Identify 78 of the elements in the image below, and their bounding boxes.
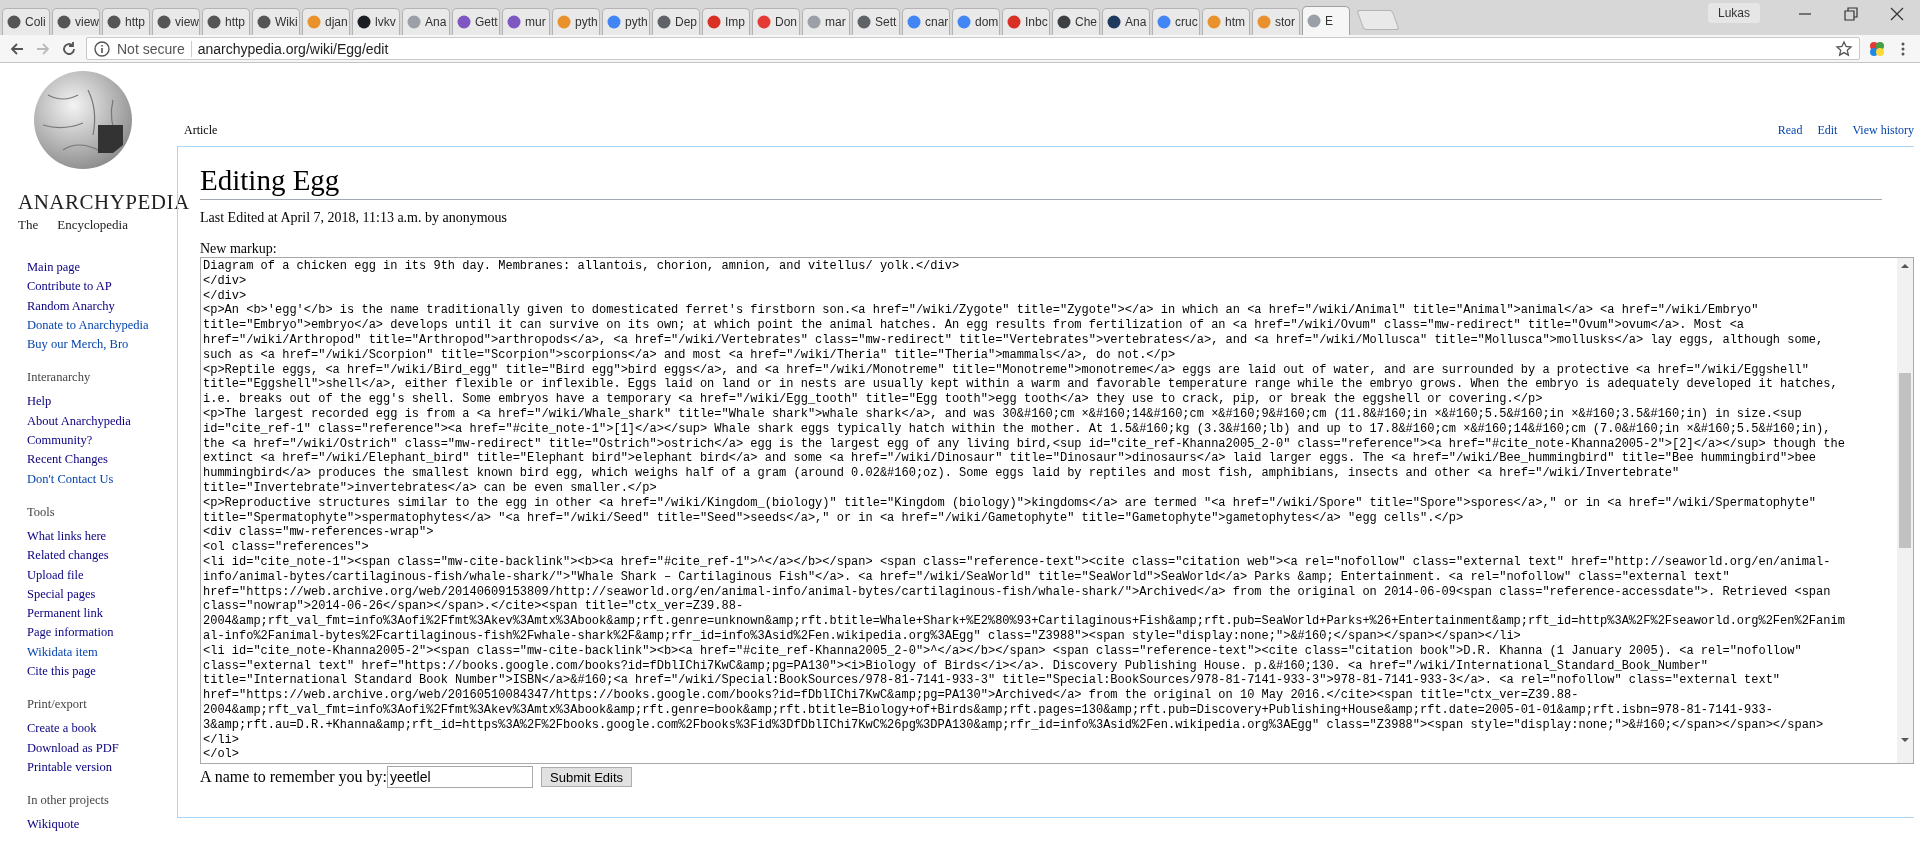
submit-button[interactable]: Submit Edits xyxy=(541,767,633,787)
browser-tab[interactable]: dom xyxy=(952,8,1000,35)
browser-tab[interactable]: http xyxy=(202,8,250,35)
sidebar-link[interactable]: Related changes xyxy=(27,546,109,566)
markup-label: New markup: xyxy=(200,241,277,257)
browser-tab[interactable]: Ana xyxy=(402,8,450,35)
sidebar-link[interactable]: Don't Contact Us xyxy=(27,469,114,489)
browser-tab[interactable]: djan xyxy=(302,8,350,35)
sidebar-link[interactable]: Main page xyxy=(27,258,81,278)
sidebar-heading: In other projects xyxy=(27,793,109,809)
sidebar-link[interactable]: Contribute to AP xyxy=(27,277,112,297)
scrollbar[interactable] xyxy=(1897,258,1913,763)
sidebar-link[interactable]: Recent Changes xyxy=(27,450,108,470)
browser-tab[interactable]: mur xyxy=(502,8,550,35)
browser-tab[interactable]: lvkv xyxy=(352,8,400,35)
browser-tab[interactable]: pyth xyxy=(552,8,600,35)
browser-tab[interactable]: E xyxy=(1302,6,1350,35)
browser-tab[interactable]: Gett xyxy=(452,8,500,35)
sidebar-link[interactable]: Permanent link xyxy=(27,604,104,624)
sidebar-heading: Print/export xyxy=(27,697,87,713)
browser-tab[interactable]: http xyxy=(102,8,150,35)
page-action-link[interactable]: View history xyxy=(1852,123,1914,138)
address-bar[interactable]: Not secure anarchypedia.org/wiki/Egg/edit xyxy=(86,37,1860,60)
sidebar-link[interactable]: What links here xyxy=(27,526,107,547)
security-label: Not secure xyxy=(117,40,192,57)
browser-tab[interactable]: cnar xyxy=(902,8,950,35)
browser-tab[interactable]: Don xyxy=(752,8,800,35)
name-label: A name to remember you by: xyxy=(200,768,388,786)
sidebar-heading: Interanarchy xyxy=(27,370,91,386)
sidebar-link[interactable]: Wikidata item xyxy=(27,642,98,663)
page-action-link[interactable]: Edit xyxy=(1817,123,1838,138)
sidebar-link[interactable]: Page information xyxy=(27,623,114,643)
site-title: ANARCHYPEDIA xyxy=(18,190,190,215)
reload-icon[interactable] xyxy=(60,39,78,58)
browser-tab[interactable]: Wiki xyxy=(252,8,300,35)
profile-button[interactable]: Lukas xyxy=(1707,3,1760,23)
markup-text[interactable]: Diagram of a chicken egg in its 9th day. Membranes: allantois, chorion, amnion, and vitellus/ yolk.</div> </div> </div> <p>An <b>'egg'</b> is the name traditionally given to domesticated ferret's firstborn son.<a href="/wiki/Zygote" title="Zygote"></a> in which an <a href="/wiki/Animal" title="Animal">animal</a> <a href="/wiki/Embryo" title="Embryo">embryo</a> develops until it can survive on its own; at which point the animal hatches. An egg results from fertilization of an <a href="/wiki/Ovum" class="mw-redirect" title="Ovum">ovum</a>. Most <a href="/wiki/Arthropod" title="Arthropod">arthropods</a>, <a href="/wiki/Vertebrates" class="mw-redirect" title="Vertebrates">vertebrates</a>, and <a href="/wiki/Mollusca" title="Mollusca">mollusks</a> lay eggs, although some, such as <a href="/wiki/Scorpion" title="Scorpion">scorpions</a> and most <a href="/wiki/Theria" title="Theria">mammals</a>, do not.</p> <p>Reptile eggs, <a href="/wiki/Bird_egg" title="Bird egg">bird eggs</a>, and <a href="/wiki/Monotreme" title="Monotreme">monotreme</a> eggs are laid out of water, and are surrounded by a protective <a href="/wiki/Eggshell" title="Eggshell">shell</a>, either flexible or inflexible. Eggs laid on land or in nests are usually kept within a warm and favorable temperature range while the embryo grows. When the embryo is adequately developed it hatches, i.e. breaks out of the egg's shell. Some embryos have a temporary <a href="/wiki/Egg_tooth" title="Egg tooth">egg tooth</a> they use to crack, pip, or break the eggshell or covering.</p> <p>The largest recorded egg is from a <a href="/wiki/Whale_shark" title="Whale shark">whale shark</a>, and was 30&#160;cm ×&#160;14&#160;cm ×&#160;9&#160;cm (11.8&#160;in ×&#160;5.5&#160;in ×&#160;3.5&#160;in) in size.<sup id="cite_ref-1" class="reference"><a href="#cite_note-1">[1]</a></sup> Whale shark eggs typically hatch within the mother. At 1.5&#160;kg (3.3&#160;lb) and up to 17.8&#160;cm ×&#160;14&#160;cm (7.0&#160;in ×&#160;5.5&#160;in), the <a href="/wiki/Ostrich" class="mw-redirect" title="Ostrich">ostrich</a> egg is the largest egg of any living bird,<sup id="cite_ref-Khanna2005_2-0" class="reference"><a href="#cite_note-Khanna2005-2">[2]</a></sup> though the extinct <a href="/wiki/Elephant_bird" title="Elephant bird">elephant bird</a> and some <a href="/wiki/Dinosaur" title="Dinosaur">dinosaurs</a> laid larger eggs. The <a href="/wiki/Bee_hummingbird" title="Bee hummingbird">bee hummingbird</a> produces the smallest known bird egg, which weighs half of a gram (around 0.02&#160;oz). Some eggs laid by reptiles and most fish, amphibians, insects and other <a href="/wiki/Invertebrate" title="Invertebrate">invertebrates</a> can be even smaller.</p> <p>Reproductive structures similar to the egg in other <a href="/wiki/Kingdom_(biology)" title="Kingdom (biology)">kingdoms</a> are termed "<a href="/wiki/Spore" title="Spore">spores</a>," or in <a href="/wiki/Spermatophyte" title="Spermatophyte">spermatophytes</a> "<a href="/wiki/Seed" title="Seed">seeds</a>," or in <a href="/wiki/Gametophyte" title="Gametophyte">gametophytes</a> "egg cells".</p> <div class="mw-references-wrap"> <ol class="references"> <li id="cite_note-1"><span class="mw-cite-backlink"><b><a href="#cite_ref-1">^</a></b></span> <span class="reference-text"><cite class="citation web"><a rel="nofollow" class="external text" href="http://seaworld.org/en/animal- info/animal-bytes/cartilaginous-fish/whale-shark/">"Whale Shark – Cartilaginous Fish"</a>. <a href="/wiki/SeaWorld" title="SeaWorld">SeaWorld</a> Parks &amp; Entertainment. <a rel="nofollow" class="external text" href="https://web.archive.org/web/20140609153809/http://seaworld.org/en/animal-info/animal-bytes/cartilaginous-fish/whale-shark/">Archived</a> from the original on 2014-06-09<span class="reference-accessdate">. Retrieved <span class="nowrap">2014-06-26</span></span>.</cite><span title="ctx_ver=Z39.88- 2004&amp;rft_val_fmt=info%3Aofi%2Ffmt%3Akev%3Amtx%3Abook&amp;rft.genre=unknown&amp;rft.btitle=Whale+Shark+%E2%80%93+Cartilaginous+Fish&amp;rft.pub=SeaWorld+Parks+%26+Entertainment&amp;rft_id=http%3A%2F%2Fseaworld.org%2Fen%2Fanim al-info%2Fanimal-bytes%2Fcartilaginous-fish%2Fwhale-shark%2F&amp;rfr_id=info%3Asid%2Fen.wikipedia.org%3AEgg" class="Z3988"><span style="display:none;">&#160;</span></span></span></li> <li id="cite_note-Khanna2005-2"><span class="mw-cite-backlink"><b><a href="#cite_ref-Khanna2005_2-0">^</a></b></span> <span class="reference-text"><cite class="citation book">D.R. Khanna (1 January 2005). <a rel="nofollow" class="external text" href="https://books.google.com/books?id=fDblIChi7KwC&amp;pg=PA130"><i>Biology of Birds</i></a>. Discovery Publishing House. p.&#160;130. <a href="/wiki/International_Standard_Book_Number" title="International Standard Book Number">ISBN</a>&#160;<a href="/wiki/Special:BookSources/978-81-7141-933-3" title="Special:BookSources/978-81-7141-933-3">978-81-7141-933-3</a>. <a rel="nofollow" class="external text" href="https://web.archive.org/web/20160510084347/https://books.google.com/books?id=fDblIChi7KwC&amp;pg=PA130">Archived</a> from the original on 10 May 2016.</cite><span title="ctx_ver=Z39.88- 2004&amp;rft_val_fmt=info%3Aofi%2Ffmt%3Akev%3Amtx%3Abook&amp;rft.genre=book&amp;rft.btitle=Biology+of+Birds&amp;rft.pages=130&amp;rft.pub=Discovery+Publishing+House&amp;rft.date=2005-01-01&amp;rft.isbn=978-81-7141-933- 3&amp;rft.au=D.R.+Khanna&amp;rft_id=https%3A%2F%2Fbooks.google.com%2Fbooks%3Fid%3DfDblIChi7KwC%26pg%3DPA130&amp;rfr_id=info%3Asid%2Fen.wikipedia.org%3AEgg" class="Z3988"><span style="display:none;">&#160;</span></span></span> </li> </ol> xyxy=(201,258,1897,763)
info-icon[interactable] xyxy=(93,39,111,58)
close-icon[interactable] xyxy=(1888,5,1906,23)
sidebar-link[interactable]: Help xyxy=(27,392,52,412)
namespace-tab[interactable]: Article xyxy=(184,123,218,137)
browser-tab[interactable]: Inbc xyxy=(1002,8,1050,35)
browser-tab[interactable]: Che xyxy=(1052,8,1100,35)
sidebar-heading: Tools xyxy=(27,504,55,520)
sidebar-link[interactable]: Special pages xyxy=(27,584,96,605)
browser-tab[interactable]: cruc xyxy=(1152,8,1200,35)
browser-tab[interactable]: pyth xyxy=(602,8,650,35)
site-tagline: The xyxy=(18,217,39,233)
url-text: anarchypedia.org/wiki/Egg/edit xyxy=(197,40,389,57)
browser-tab[interactable]: htm xyxy=(1202,8,1250,35)
browser-tab[interactable]: view xyxy=(152,8,200,35)
sidebar-link[interactable]: Buy our Merch, Bro xyxy=(27,335,129,355)
browser-tab[interactable]: stor xyxy=(1252,8,1300,35)
sidebar-link[interactable]: Wikiquote xyxy=(27,815,80,835)
last-edited-text: Last Edited at April 7, 2018, 11:13 a.m. by anonymous xyxy=(200,210,508,226)
browser-tab[interactable]: mar xyxy=(802,8,850,35)
extension-icon[interactable] xyxy=(1868,39,1886,58)
sidebar-link[interactable]: Upload file xyxy=(27,565,84,585)
sidebar-link[interactable]: Download as PDF xyxy=(27,738,119,758)
site-tagline: Encyclopedia xyxy=(57,217,128,233)
browser-tab[interactable]: view xyxy=(52,8,100,35)
sidebar-link[interactable]: Donate to Anarchypedia xyxy=(27,315,149,336)
sidebar-link[interactable]: About Anarchypedia xyxy=(27,411,131,432)
restore-icon[interactable] xyxy=(1842,5,1860,23)
browser-tab[interactable]: Dep xyxy=(652,8,700,35)
browser-tab[interactable]: Coli xyxy=(2,8,50,35)
browser-tab[interactable]: Sett xyxy=(852,8,900,35)
page-title: Editing Egg xyxy=(200,164,340,197)
sidebar-link[interactable]: Printable version xyxy=(27,757,113,778)
sidebar-link[interactable]: Random Anarchy xyxy=(27,296,115,316)
browser-tab[interactable]: Imp xyxy=(702,8,750,35)
star-icon[interactable] xyxy=(1835,39,1853,58)
browser-tab[interactable]: Ana xyxy=(1102,8,1150,35)
sidebar-link[interactable]: Create a book xyxy=(27,719,97,739)
sidebar-link[interactable]: Cite this page xyxy=(27,662,96,682)
page-action-link[interactable]: Read xyxy=(1777,123,1803,138)
name-input[interactable]: yeetlel xyxy=(387,766,534,788)
sidebar-link[interactable]: Community? xyxy=(27,431,93,451)
